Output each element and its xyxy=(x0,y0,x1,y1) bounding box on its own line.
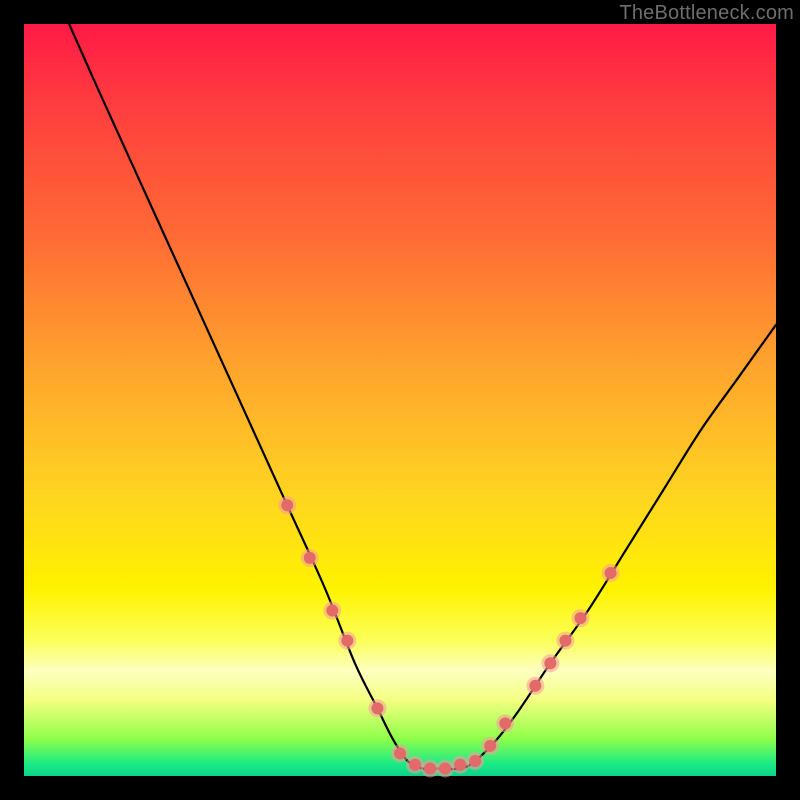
watermark-text: TheBottleneck.com xyxy=(619,2,794,25)
curve-marker xyxy=(559,635,571,647)
curve-marker xyxy=(469,755,481,767)
curve-marker xyxy=(529,680,541,692)
curve-marker xyxy=(499,717,511,729)
curve-marker xyxy=(574,612,586,624)
curve-marker xyxy=(544,657,556,669)
curve-marker xyxy=(371,702,383,714)
curve-marker xyxy=(454,759,466,771)
curve-marker xyxy=(341,635,353,647)
curve-markers-group xyxy=(278,496,619,777)
curve-marker xyxy=(304,552,316,564)
curve-marker xyxy=(439,762,451,774)
curve-marker xyxy=(484,740,496,752)
curve-marker xyxy=(394,747,406,759)
bottleneck-curve-svg xyxy=(24,24,776,776)
curve-marker xyxy=(281,499,293,511)
curve-marker xyxy=(605,567,617,579)
curve-marker xyxy=(424,762,436,774)
bottleneck-curve-line xyxy=(69,24,776,769)
curve-marker xyxy=(326,605,338,617)
chart-frame xyxy=(24,24,776,776)
curve-marker xyxy=(409,759,421,771)
